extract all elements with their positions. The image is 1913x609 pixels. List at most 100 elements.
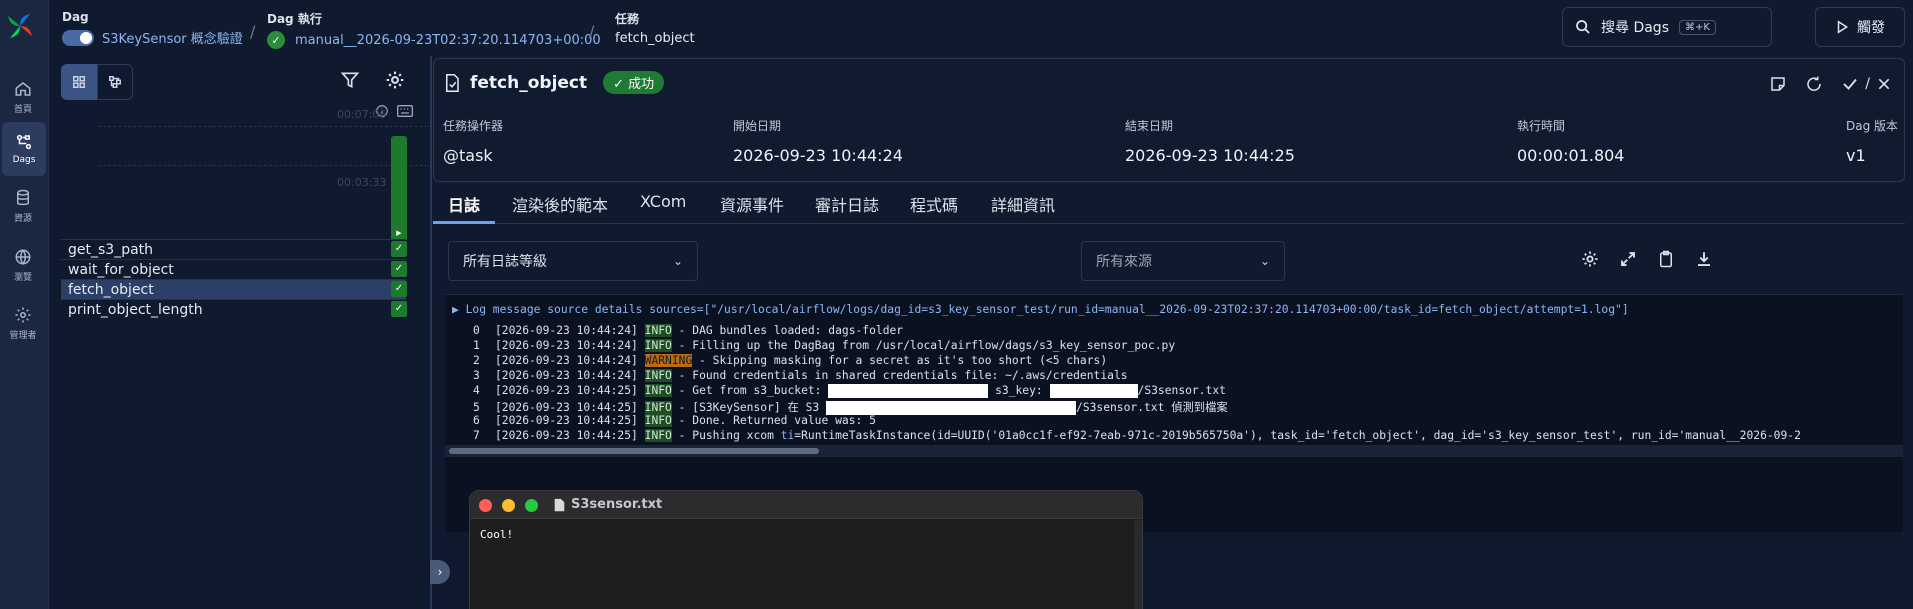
success-check-icon: ✓ [267, 31, 285, 49]
task-file-icon [446, 73, 459, 92]
task-row-wait-for-object[interactable]: wait_for_object [61, 259, 406, 279]
note-icon[interactable] [1769, 75, 1787, 93]
task-instance-success-cell[interactable]: ✓ [391, 281, 407, 297]
status-badge-text: 成功 [628, 77, 655, 92]
grid-view-button[interactable] [61, 64, 97, 100]
window-title: S3sensor.txt [554, 497, 662, 512]
log-line-number: 0 [473, 324, 480, 337]
meta-value: 2026-09-23 10:44:24 [733, 146, 903, 165]
run-id-link[interactable]: manual__2026-09-23T02:37:20.114703+00:00 [295, 33, 601, 48]
nav-assets[interactable]: 資源 [0, 179, 46, 233]
log-level: WARNING [644, 354, 693, 367]
breadcrumb-separator: / [250, 22, 256, 41]
scrollbar-thumb[interactable] [449, 448, 819, 454]
task-instance-success-cell[interactable]: ✓ [391, 241, 407, 257]
redacted-key [1049, 384, 1138, 398]
nav-admin-label: 管理者 [9, 330, 37, 341]
window-zoom-button[interactable] [525, 499, 538, 512]
task-instance-success-cell[interactable]: ✓ [391, 301, 407, 317]
dag-pause-toggle[interactable] [62, 29, 94, 46]
trigger-button[interactable]: 觸發 [1815, 7, 1905, 47]
airflow-logo-icon[interactable] [4, 10, 36, 42]
window-title-text: S3sensor.txt [571, 497, 663, 512]
left-nav: 首頁 Dags 資源 瀏覽 管理者 [0, 0, 49, 609]
nav-home[interactable]: 首頁 [0, 70, 46, 124]
log-level: INFO [644, 414, 672, 427]
download-icon[interactable] [1695, 250, 1713, 268]
log-message-mid: s3_key: [988, 384, 1050, 397]
home-icon [15, 81, 31, 96]
graph-view-button[interactable] [97, 64, 133, 100]
task-name: get_s3_path [68, 242, 154, 258]
breadcrumb-run-label: Dag 執行 [267, 12, 322, 26]
log-horizontal-scrollbar[interactable] [445, 445, 1903, 457]
nav-browse[interactable]: 瀏覽 [0, 238, 46, 292]
window-minimize-button[interactable] [502, 499, 515, 512]
keyboard-icon[interactable] [397, 104, 413, 118]
log-timestamp: [2026-09-23 10:44:25] [495, 414, 638, 427]
search-label: 搜尋 Dags [1601, 20, 1669, 36]
breadcrumb-dag-label: Dag [62, 10, 89, 24]
mark-separator: / [1865, 76, 1870, 92]
tab-details[interactable]: 詳細資訊 [991, 192, 1055, 224]
log-source-details-toggle[interactable]: ▶ Log message source details sources=["/… [452, 303, 1629, 316]
redacted-bucket [828, 384, 989, 398]
log-timestamp: [2026-09-23 10:44:24] [495, 339, 638, 352]
log-level: INFO [644, 384, 672, 397]
task-instance-success-cell[interactable]: ✓ [391, 261, 407, 277]
log-message: - DAG bundles loaded: dags-folder [671, 324, 904, 337]
log-source-select[interactable]: 所有來源 ⌄ [1081, 241, 1285, 281]
tab-code[interactable]: 程式碼 [910, 192, 958, 224]
expand-icon[interactable] [1619, 250, 1637, 268]
filter-icon[interactable] [340, 70, 360, 90]
dag-run-duration-bar[interactable] [391, 136, 407, 238]
log-level-select[interactable]: 所有日誌等級 ⌄ [448, 241, 698, 281]
tab-logs[interactable]: 日誌 [433, 192, 495, 224]
log-line: 2 [2026-09-23 10:44:24] WARNING - Skippin… [473, 354, 1107, 367]
tab-audit-log[interactable]: 審計日誌 [815, 192, 879, 224]
tab-rendered-template[interactable]: 渲染後的範本 [512, 192, 608, 224]
chevron-down-icon: ⌄ [672, 254, 683, 268]
mark-success-icon[interactable] [1841, 75, 1859, 93]
trigger-label: 觸發 [1857, 20, 1885, 36]
log-line-number: 1 [473, 339, 480, 352]
clear-rerun-icon[interactable] [1805, 75, 1823, 93]
pane-resizer[interactable] [430, 56, 432, 609]
window-close-button[interactable] [479, 499, 492, 512]
task-row-fetch-object[interactable]: fetch_object [61, 279, 406, 299]
task-row-get-s3-path[interactable]: get_s3_path [61, 239, 406, 259]
nav-admin[interactable]: 管理者 [0, 296, 46, 350]
mark-failed-icon[interactable] [1876, 76, 1892, 92]
status-badge: ✓ 成功 [603, 71, 665, 94]
log-message: - Done. Returned value was: 5 [671, 414, 876, 427]
log-timestamp: [2026-09-23 10:44:25] [495, 384, 638, 397]
settings-gear-icon[interactable] [385, 70, 405, 90]
window-titlebar[interactable]: S3sensor.txt [470, 491, 1142, 519]
meta-label: 結束日期 [1125, 119, 1174, 133]
log-message: - Get from s3_bucket: [671, 384, 829, 397]
clipboard-icon[interactable] [1657, 250, 1675, 268]
task-row-print-object-length[interactable]: print_object_length [61, 299, 406, 319]
textedit-content[interactable]: Cool! [480, 528, 513, 541]
log-level-value: 所有日誌等級 [463, 254, 547, 270]
textedit-scrollbar[interactable] [1134, 520, 1142, 609]
mark-as-group: / [1841, 75, 1892, 93]
graph-icon [109, 76, 121, 88]
tab-asset-events[interactable]: 資源事件 [720, 192, 784, 224]
nav-dags[interactable]: Dags [2, 122, 46, 176]
log-level: INFO [644, 429, 672, 442]
search-dags-button[interactable]: 搜尋 Dags ⌘+K [1562, 7, 1772, 47]
duration-tick: 00:03:33 [337, 176, 387, 189]
task-instance-header: fetch_object ✓ 成功 / 任務操作器 @task 開始日期 202… [433, 58, 1905, 182]
tab-xcom[interactable]: XCom [640, 192, 686, 224]
log-settings-icon[interactable] [1581, 250, 1599, 268]
breadcrumb-dag: Dag S3KeySensor 概念驗證 [62, 10, 243, 47]
textedit-content-area[interactable]: Cool! [470, 520, 1142, 609]
gear-icon [15, 307, 31, 322]
breadcrumb-run-value: ✓ manual__2026-09-23T02:37:20.114703+00:… [267, 31, 601, 49]
chevron-down-icon: ⌄ [1259, 254, 1270, 268]
task-name: wait_for_object [68, 262, 174, 278]
dag-name-link[interactable]: S3KeySensor 概念驗證 [102, 28, 243, 47]
task-title: fetch_object ✓ 成功 [444, 71, 665, 94]
breadcrumb-run: Dag 執行 ✓ manual__2026-09-23T02:37:20.114… [267, 10, 601, 49]
